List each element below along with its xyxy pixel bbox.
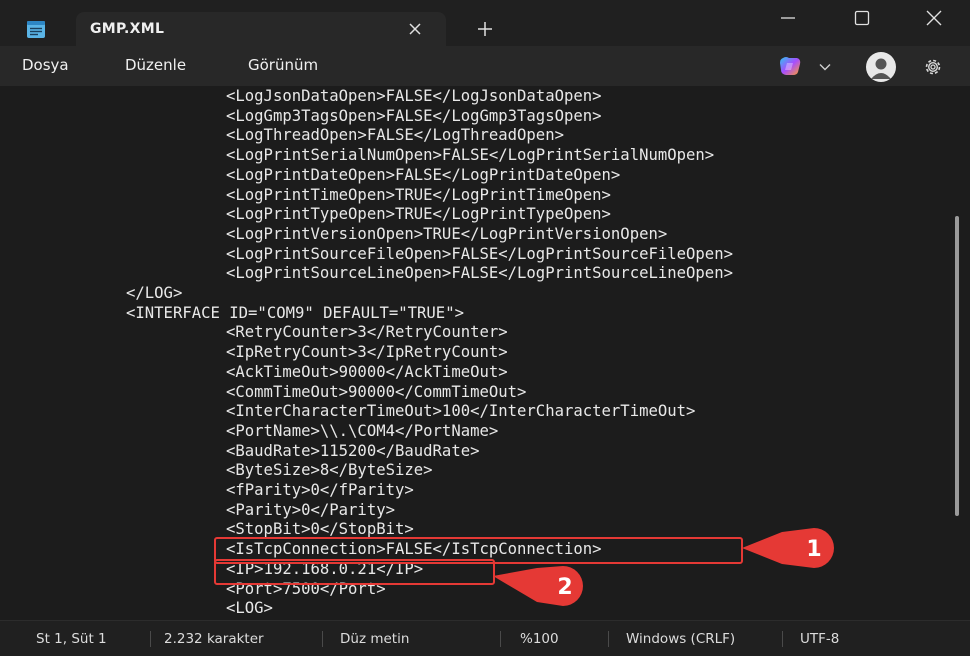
editor-line[interactable]: <LOG> bbox=[226, 598, 273, 618]
editor-line[interactable]: </LOG> bbox=[126, 283, 182, 303]
editor-line[interactable]: <LogPrintSourceLineOpen>FALSE</LogPrintS… bbox=[226, 263, 733, 283]
document-tab[interactable]: GMP.XML bbox=[76, 12, 446, 46]
editor-line[interactable]: <LogJsonDataOpen>FALSE</LogJsonDataOpen> bbox=[226, 86, 602, 106]
editor-line[interactable]: <AckTimeOut>90000</AckTimeOut> bbox=[226, 362, 508, 382]
callout-1: 1 bbox=[742, 528, 834, 568]
maximize-icon[interactable] bbox=[852, 8, 872, 28]
editor-line[interactable]: <BaudRate>115200</BaudRate> bbox=[226, 441, 479, 461]
gear-icon[interactable] bbox=[922, 56, 944, 78]
zoom-level[interactable]: %100 bbox=[520, 631, 559, 647]
status-bar: St 1, Süt 1 2.232 karakter Düz metin %10… bbox=[0, 620, 970, 656]
menu-view[interactable]: Görünüm bbox=[248, 56, 318, 74]
highlight-box-2 bbox=[214, 559, 495, 585]
editor-line[interactable]: <LogPrintVersionOpen>TRUE</LogPrintVersi… bbox=[226, 224, 667, 244]
status-divider bbox=[150, 631, 151, 647]
menu-file[interactable]: Dosya bbox=[22, 56, 69, 74]
status-divider bbox=[608, 631, 609, 647]
editor-line[interactable]: <LogPrintTypeOpen>TRUE</LogPrintTypeOpen… bbox=[226, 204, 611, 224]
editor-line[interactable]: <LogThreadOpen>FALSE</LogThreadOpen> bbox=[226, 125, 564, 145]
callout-1-label: 1 bbox=[806, 537, 821, 562]
vertical-scrollbar[interactable] bbox=[955, 216, 959, 516]
title-bar: GMP.XML bbox=[0, 0, 970, 46]
tab-title: GMP.XML bbox=[90, 21, 165, 37]
menu-edit[interactable]: Düzenle bbox=[125, 56, 186, 74]
account-icon bbox=[871, 58, 891, 79]
editor-line[interactable]: <LogPrintSourceFileOpen>FALSE</LogPrintS… bbox=[226, 244, 733, 264]
close-icon[interactable] bbox=[924, 8, 944, 28]
callout-2: 2 bbox=[493, 566, 583, 606]
editor-line[interactable]: <PortName>\\.\COM4</PortName> bbox=[226, 421, 498, 441]
close-icon[interactable] bbox=[408, 22, 422, 36]
editor-line[interactable]: <fParity>0</fParity> bbox=[226, 480, 414, 500]
status-divider bbox=[500, 631, 501, 647]
editor-line[interactable]: <IpRetryCount>3</IpRetryCount> bbox=[226, 342, 508, 362]
editor-line[interactable]: <CommTimeOut>90000</CommTimeOut> bbox=[226, 382, 526, 402]
editor-line[interactable]: <INTERFACE ID="COM9" DEFAULT="TRUE"> bbox=[126, 303, 464, 323]
editor-line[interactable]: <Parity>0</Parity> bbox=[226, 500, 395, 520]
status-divider bbox=[322, 631, 323, 647]
editor-line[interactable]: <LogPrintSerialNumOpen>FALSE</LogPrintSe… bbox=[226, 145, 714, 165]
character-count: 2.232 karakter bbox=[164, 631, 264, 647]
avatar[interactable] bbox=[866, 52, 896, 82]
text-format[interactable]: Düz metin bbox=[340, 631, 409, 647]
notepad-icon bbox=[27, 21, 45, 38]
menu-bar: Dosya Düzenle Görünüm bbox=[0, 46, 970, 86]
editor-line[interactable]: <InterCharacterTimeOut>100</InterCharact… bbox=[226, 401, 695, 421]
chevron-down-icon[interactable] bbox=[818, 60, 832, 74]
editor-line[interactable]: <LogPrintDateOpen>FALSE</LogPrintDateOpe… bbox=[226, 165, 620, 185]
plus-icon[interactable] bbox=[476, 20, 494, 38]
line-ending[interactable]: Windows (CRLF) bbox=[626, 631, 735, 647]
editor-line[interactable]: <LogGmp3TagsOpen>FALSE</LogGmp3TagsOpen> bbox=[226, 106, 602, 126]
editor-line[interactable]: <LogPrintTimeOpen>TRUE</LogPrintTimeOpen… bbox=[226, 185, 611, 205]
editor-line[interactable]: <RetryCounter>3</RetryCounter> bbox=[226, 322, 508, 342]
callout-2-label: 2 bbox=[557, 575, 572, 600]
cursor-position[interactable]: St 1, Süt 1 bbox=[36, 631, 107, 647]
editor-line[interactable]: <ByteSize>8</ByteSize> bbox=[226, 460, 433, 480]
copilot-icon[interactable] bbox=[777, 55, 803, 77]
minimize-icon[interactable] bbox=[778, 8, 798, 28]
status-divider bbox=[782, 631, 783, 647]
encoding[interactable]: UTF-8 bbox=[800, 631, 839, 647]
